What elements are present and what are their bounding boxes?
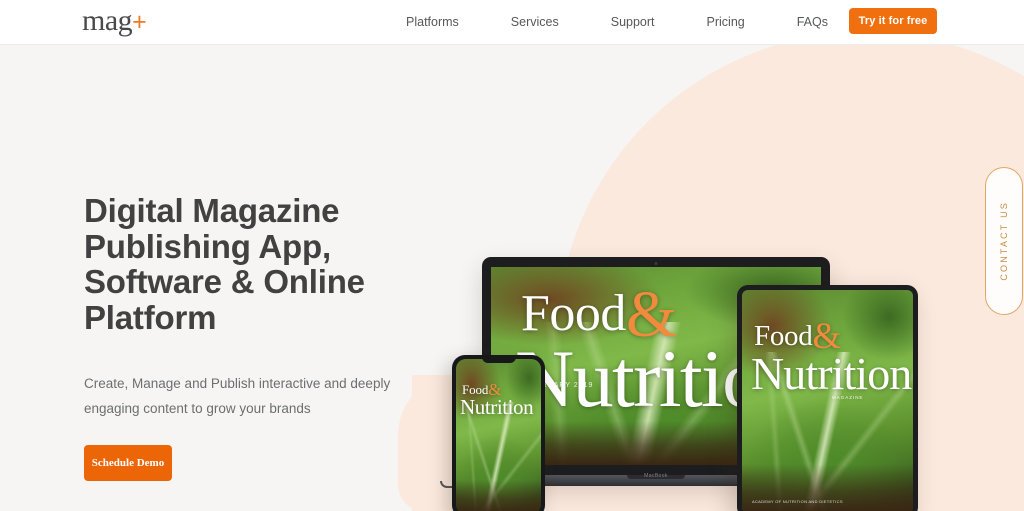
cover-kicker: MAGAZINE — [832, 394, 864, 400]
laptop-bezel-brand: MacBook — [644, 473, 668, 479]
tablet-mockup: Food& Nutrition MAGAZINE ACADEMY OF NUTR… — [737, 285, 918, 511]
phone-mockup: Food& Nutrition — [452, 355, 545, 511]
magazine-cover-tablet: Food& Nutrition MAGAZINE ACADEMY OF NUTR… — [742, 290, 913, 511]
tablet-screen: Food& Nutrition MAGAZINE ACADEMY OF NUTR… — [742, 290, 913, 511]
device-mockup-group: Food& Nutritio FEBRUARY 2019 MacBook Foo… — [0, 45, 1024, 511]
cover-publisher-logo: ACADEMY OF NUTRITION AND DIETETICS — [752, 499, 843, 504]
contact-us-tab[interactable]: CONTACT US — [985, 167, 1023, 315]
site-header: mag+ Platforms Services Support Pricing … — [0, 0, 1024, 45]
nav-item-support[interactable]: Support — [585, 0, 681, 45]
try-it-for-free-button[interactable]: Try it for free — [849, 8, 937, 34]
nav-item-faqs[interactable]: FAQs — [771, 0, 854, 45]
contact-us-label: CONTACT US — [999, 201, 1009, 281]
site-logo[interactable]: mag+ — [82, 4, 147, 39]
magazine-cover-phone: Food& Nutrition — [456, 359, 541, 511]
laptop-camera-icon — [654, 261, 658, 265]
phone-screen: Food& Nutrition — [456, 359, 541, 511]
logo-plus-icon: + — [132, 8, 147, 36]
nav-item-platforms[interactable]: Platforms — [380, 0, 485, 45]
cover-title-phone: Food& Nutrition — [456, 381, 541, 419]
nav-item-pricing[interactable]: Pricing — [681, 0, 771, 45]
hero-section: Digital Magazine Publishing App, Softwar… — [0, 45, 1024, 511]
landing-page: mag+ Platforms Services Support Pricing … — [0, 0, 1024, 511]
cover-title-nutrition: Nutrition — [460, 394, 534, 419]
main-navigation: Platforms Services Support Pricing FAQs — [380, 0, 854, 45]
logo-wordmark: mag — [82, 4, 133, 37]
cover-title-tablet: Food& Nutrition MAGAZINE — [742, 318, 913, 400]
phone-notch — [481, 355, 516, 363]
cover-title-nutrition: Nutrition — [751, 347, 912, 399]
cover-title-food: Food — [521, 284, 626, 342]
cover-title-food: Food — [754, 319, 813, 352]
cover-soil-shadow — [456, 479, 541, 511]
nav-item-services[interactable]: Services — [485, 0, 585, 45]
